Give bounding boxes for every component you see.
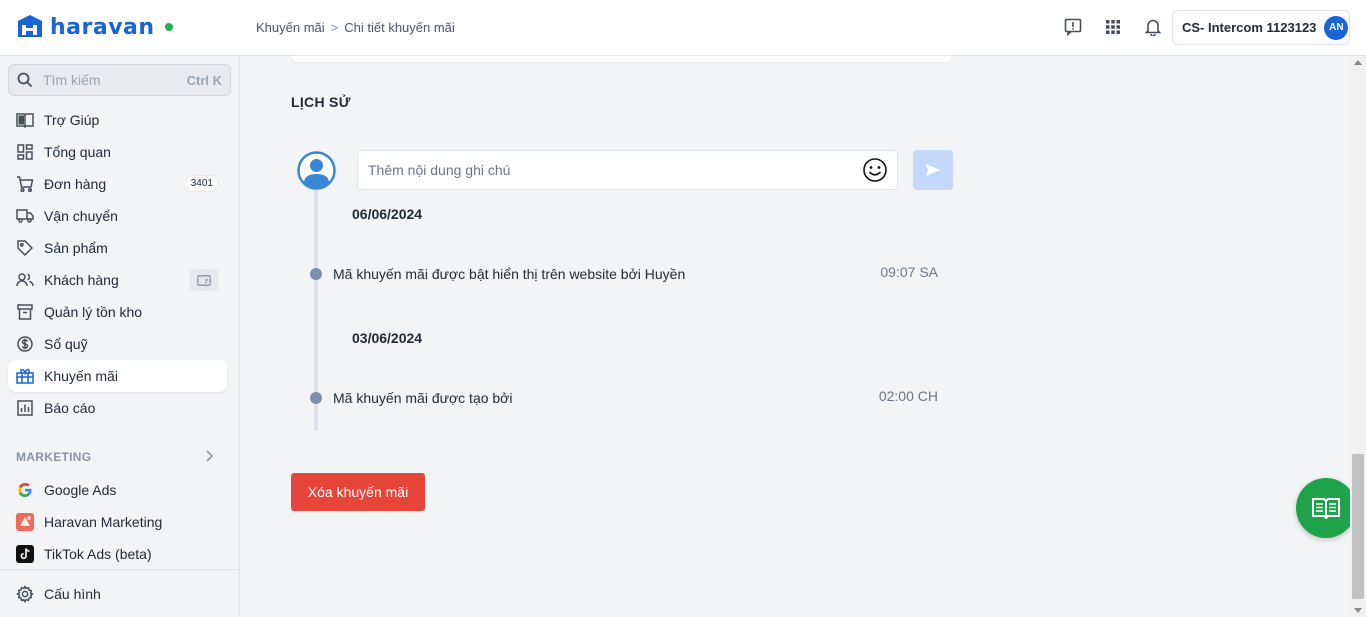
sidebar-footer: Cấu hình	[0, 569, 239, 610]
page-scrollbar[interactable]	[1350, 56, 1366, 617]
logo-text: haravan	[50, 14, 155, 40]
sidebar-item-label: Báo cáo	[44, 400, 96, 416]
sidebar-item-haravan-marketing[interactable]: Haravan Marketing	[8, 506, 227, 538]
note-input[interactable]: Thêm nội dung ghi chú	[357, 150, 898, 190]
gear-icon	[16, 585, 34, 603]
breadcrumb-current: Chi tiết khuyến mãi	[344, 20, 455, 35]
book-icon	[16, 111, 34, 129]
sidebar: Tìm kiếm Ctrl K Trợ Giúp Tổng quan Đơn h…	[0, 56, 240, 617]
sidebar-item-shipping[interactable]: Vận chuyển	[8, 200, 227, 232]
breadcrumb: Khuyến mãi > Chi tiết khuyến mãi	[256, 20, 455, 35]
customer-card-icon[interactable]	[189, 269, 219, 291]
haravan-logo-icon	[18, 15, 42, 37]
haravan-logo[interactable]: haravan	[16, 13, 173, 41]
inventory-box-icon	[16, 303, 34, 321]
sidebar-item-inventory[interactable]: Quản lý tồn kho	[8, 296, 227, 328]
online-status-dot	[164, 23, 173, 31]
scroll-down-arrow-icon[interactable]	[1354, 608, 1362, 613]
history-event-time: 09:07 SA	[880, 264, 938, 280]
emoji-icon[interactable]	[862, 157, 888, 183]
sidebar-item-label: TikTok Ads (beta)	[44, 546, 152, 562]
sidebar-item-tiktok-ads[interactable]: TikTok Ads (beta)	[8, 538, 227, 570]
breadcrumb-parent-link[interactable]: Khuyến mãi	[256, 20, 325, 35]
account-name: CS- Intercom 1123123	[1182, 20, 1317, 35]
sidebar-item-label: Sổ quỹ	[44, 336, 88, 352]
open-book-icon	[1312, 498, 1340, 519]
sidebar-item-label: Khuyến mãi	[44, 368, 118, 384]
chart-bar-icon	[16, 399, 34, 417]
chevron-right-icon[interactable]	[203, 449, 215, 463]
sidebar-item-label: Sản phẩm	[44, 240, 108, 256]
tiktok-icon	[16, 545, 34, 563]
sidebar-item-label: Tổng quan	[44, 144, 111, 160]
sidebar-item-label: Đơn hàng	[44, 176, 107, 192]
history-event-text: Mã khuyến mãi được bật hiển thị trên web…	[333, 266, 686, 282]
scroll-up-arrow-icon[interactable]	[1354, 60, 1362, 65]
user-avatar: AN	[1324, 15, 1349, 40]
marketing-section-label: MARKETING	[16, 450, 92, 464]
sidebar-item-label: Khách hàng	[44, 272, 119, 288]
search-box[interactable]: Tìm kiếm Ctrl K	[8, 64, 231, 96]
delete-promotion-button[interactable]: Xóa khuyến mãi	[291, 473, 425, 511]
sidebar-item-label: Google Ads	[44, 482, 117, 498]
user-avatar-icon	[297, 151, 336, 190]
sidebar-item-cashbook[interactable]: Sổ quỹ	[8, 328, 227, 360]
sidebar-item-products[interactable]: Sản phẩm	[8, 232, 227, 264]
timeline-dot	[310, 392, 322, 404]
top-bar: haravan Khuyến mãi > Chi tiết khuyến mãi…	[0, 0, 1366, 56]
dollar-circle-icon	[16, 335, 34, 353]
breadcrumb-separator: >	[330, 20, 339, 35]
dashboard-icon	[16, 143, 34, 161]
account-switcher[interactable]: CS- Intercom 1123123 AN	[1172, 10, 1350, 45]
history-date: 06/06/2024	[352, 206, 423, 222]
sidebar-item-google-ads[interactable]: Google Ads	[8, 474, 227, 506]
sidebar-item-label: Vận chuyển	[44, 208, 118, 224]
search-placeholder: Tìm kiếm	[43, 72, 101, 88]
timeline-dot	[310, 268, 322, 280]
haravan-marketing-icon	[16, 513, 34, 531]
marketing-nav: Google Ads Haravan Marketing TikTok Ads …	[8, 474, 227, 570]
sidebar-item-reports[interactable]: Báo cáo	[8, 392, 227, 424]
sidebar-item-overview[interactable]: Tổng quan	[8, 136, 227, 168]
sidebar-item-orders[interactable]: Đơn hàng 3401	[8, 168, 227, 200]
search-icon	[17, 72, 33, 88]
note-input-placeholder: Thêm nội dung ghi chú	[368, 162, 511, 178]
history-event-time: 02:00 CH	[878, 388, 938, 404]
main-nav: Trợ Giúp Tổng quan Đơn hàng 3401 Vận chu…	[8, 104, 227, 424]
history-section-title: LỊCH SỬ	[291, 94, 351, 110]
help-center-button[interactable]	[1296, 478, 1356, 538]
sidebar-item-label: Cấu hình	[44, 586, 101, 602]
apps-grid-icon[interactable]	[1100, 14, 1126, 40]
sidebar-item-label: Quản lý tồn kho	[44, 304, 143, 320]
top-icons	[1060, 14, 1166, 40]
sidebar-item-help[interactable]: Trợ Giúp	[8, 104, 227, 136]
cart-icon	[16, 175, 34, 193]
scrollbar-thumb[interactable]	[1352, 454, 1364, 599]
orders-count-badge: 3401	[184, 175, 219, 192]
history-date: 03/06/2024	[352, 330, 423, 346]
truck-icon	[16, 207, 34, 225]
history-event: Mã khuyến mãi được bật hiển thị trên web…	[310, 264, 938, 284]
sidebar-item-label: Trợ Giúp	[44, 112, 100, 128]
feedback-icon[interactable]	[1060, 14, 1086, 40]
main-content: LỊCH SỬ Thêm nội dung ghi chú 06/06/2024…	[240, 56, 1350, 617]
send-note-button[interactable]	[913, 150, 953, 190]
sidebar-item-settings[interactable]: Cấu hình	[8, 578, 231, 610]
google-icon	[16, 481, 34, 499]
notification-bell-icon[interactable]	[1140, 14, 1166, 40]
sidebar-item-label: Haravan Marketing	[44, 514, 163, 530]
sidebar-item-customers[interactable]: Khách hàng	[8, 264, 227, 296]
tag-icon	[16, 239, 34, 257]
search-shortcut: Ctrl K	[186, 72, 222, 88]
sidebar-item-promotions[interactable]: Khuyến mãi	[8, 360, 227, 392]
previous-card-edge	[292, 56, 952, 62]
history-event: Mã khuyến mãi được tạo bởi 02:00 CH	[310, 388, 938, 408]
history-event-text: Mã khuyến mãi được tạo bởi	[333, 390, 513, 406]
send-icon	[926, 164, 940, 176]
gift-icon	[16, 367, 34, 385]
users-icon	[16, 271, 34, 289]
